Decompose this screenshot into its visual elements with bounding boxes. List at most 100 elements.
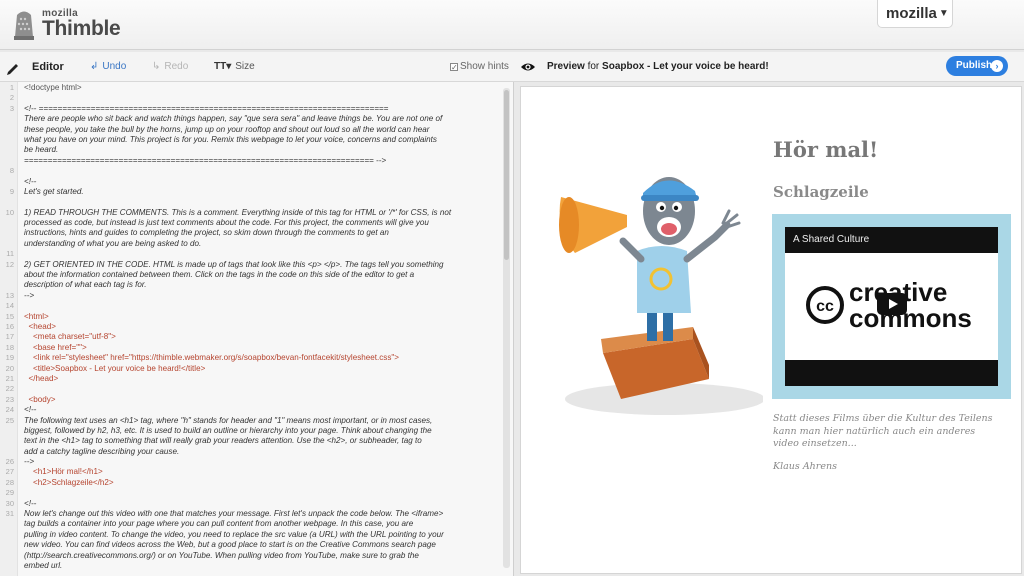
code-line[interactable]: 15 <html>: [0, 312, 502, 322]
video-title[interactable]: A Shared Culture: [785, 227, 998, 253]
line-number: 28: [5, 477, 14, 487]
editor-scrollbar-thumb[interactable]: [504, 90, 509, 260]
size-label: Size: [235, 61, 255, 72]
code-line[interactable]: 30 <!--: [0, 499, 502, 509]
code-text: ========================================…: [24, 155, 387, 165]
redo-button[interactable]: ↳ Redo: [152, 52, 188, 82]
code-text: text in the <h1> tag to something that w…: [24, 436, 422, 446]
show-hints-toggle[interactable]: ✓ Show hints: [450, 52, 509, 82]
code-line[interactable]: 3 <!-- ==================================…: [0, 104, 502, 114]
code-line[interactable]: 29: [0, 488, 502, 498]
soapbox-illustration: [559, 177, 763, 415]
code-line[interactable]: 21 </head>: [0, 374, 502, 384]
editor-toolbar: Editor ↲ Undo ↳ Redo TT▾ Size ✓ Show hints: [0, 52, 514, 82]
show-hints-label: Show hints: [460, 61, 509, 72]
code-line[interactable]: 22: [0, 384, 502, 394]
code-line[interactable]: what you have on your mind. This project…: [0, 135, 502, 145]
code-line[interactable]: instructions, hints and guides to comple…: [0, 228, 502, 238]
code-text: <body>: [24, 394, 56, 404]
code-line[interactable]: new video. You can find videos across th…: [0, 540, 502, 550]
code-line[interactable]: about the information contained between …: [0, 270, 502, 280]
code-line[interactable]: 24 <!--: [0, 405, 502, 415]
code-line[interactable]: add a catchy tagline describing your cau…: [0, 447, 502, 457]
code-text: add a catchy tagline describing your cau…: [24, 446, 180, 456]
code-line[interactable]: 9 Let's get started.: [0, 187, 502, 197]
code-line[interactable]: 10 1) READ THROUGH THE COMMENTS. This is …: [0, 208, 502, 218]
code-line[interactable]: 31 Now let's change out this video with o…: [0, 509, 502, 519]
line-number: 9: [9, 186, 14, 196]
code-text: <h2>Schlagzeile</h2>: [24, 477, 114, 487]
code-line[interactable]: (http://search.creativecommons.org/) or …: [0, 551, 502, 561]
code-text: what you have on your mind. This project…: [24, 134, 437, 144]
code-line[interactable]: [0, 197, 502, 207]
line-number: 12: [5, 259, 14, 269]
code-text: <base href="">: [24, 342, 87, 352]
preview-for-label: for: [587, 61, 600, 72]
redo-label: Redo: [164, 61, 189, 72]
video-caption: Statt dieses Films über die Kultur des T…: [773, 413, 993, 449]
video-control-bar[interactable]: [785, 360, 998, 386]
publish-button[interactable]: Publish ›: [946, 56, 1008, 76]
code-text: <!--: [24, 405, 37, 415]
code-line[interactable]: ========================================…: [0, 156, 502, 166]
play-icon[interactable]: [877, 293, 907, 315]
line-number: 23: [5, 394, 14, 404]
code-line[interactable]: description of what each tag is for.: [0, 280, 502, 290]
code-line[interactable]: 14: [0, 301, 502, 311]
code-line[interactable]: embed url.: [0, 561, 502, 571]
code-line[interactable]: tag builds a container into your page wh…: [0, 519, 502, 529]
code-line[interactable]: 17 <meta charset="utf-8">: [0, 332, 502, 342]
code-text: be heard.: [24, 145, 59, 155]
code-text: tag builds a container into your page wh…: [24, 519, 414, 529]
code-line[interactable]: 12 2) GET ORIENTED IN THE CODE. HTML is m…: [0, 260, 502, 270]
code-line[interactable]: 1 <!doctype html>: [0, 83, 502, 93]
line-number: 8: [9, 166, 14, 176]
code-line[interactable]: 2: [0, 93, 502, 103]
code-line[interactable]: processed as code, but instead is just t…: [0, 218, 502, 228]
undo-button[interactable]: ↲ Undo: [90, 52, 126, 82]
code-line[interactable]: 18 <base href="">: [0, 343, 502, 353]
code-line[interactable]: 27 <h1>Hör mal!</h1>: [0, 467, 502, 477]
code-line[interactable]: 16 <head>: [0, 322, 502, 332]
code-line[interactable]: pulling in video content. To change the …: [0, 530, 502, 540]
code-line[interactable]: 26 -->: [0, 457, 502, 467]
chevron-down-icon: ▼: [938, 8, 949, 19]
code-line[interactable]: 19 <link rel="stylesheet" href="https://…: [0, 353, 502, 363]
brand-thimble-label[interactable]: Thimble: [42, 17, 121, 41]
code-line[interactable]: 25 The following text uses an <h1> tag, w…: [0, 416, 502, 426]
code-text: -->: [24, 457, 35, 467]
code-editor[interactable]: 1 <!doctype html> 2 3 <!-- =================…: [0, 82, 514, 576]
code-text: <html>: [24, 311, 49, 321]
code-line[interactable]: biggest, followed by h2, h3, etc. It is …: [0, 426, 502, 436]
thimble-logo-icon[interactable]: [10, 7, 38, 41]
line-number: 18: [5, 342, 14, 352]
mozilla-menu-button[interactable]: mozilla ▼: [877, 0, 953, 28]
code-line[interactable]: text in the <h1> tag to something that w…: [0, 436, 502, 446]
text-size-button[interactable]: TT▾ Size: [214, 52, 255, 82]
code-line[interactable]: 20 <title>Soapbox - Let your voice be he…: [0, 364, 502, 374]
code-text: (http://search.creativecommons.org/) or …: [24, 550, 419, 560]
code-line[interactable]: 8: [0, 166, 502, 176]
preview-heading: Hör mal!: [773, 137, 879, 162]
checkbox-icon[interactable]: ✓: [450, 63, 458, 72]
code-line[interactable]: understanding of what you are being aske…: [0, 239, 502, 249]
code-text: about the information contained between …: [24, 270, 415, 280]
code-text: biggest, followed by h2, h3, etc. It is …: [24, 425, 432, 435]
code-line[interactable]: 28 <h2>Schlagzeile</h2>: [0, 478, 502, 488]
code-text: pulling in video content. To change the …: [24, 529, 444, 539]
code-line[interactable]: There are people who sit back and watch …: [0, 114, 502, 124]
code-line[interactable]: be heard.: [0, 145, 502, 155]
code-area[interactable]: 1 <!doctype html> 2 3 <!-- =================…: [0, 83, 502, 571]
code-text: understanding of what you are being aske…: [24, 238, 202, 248]
code-text: 2) GET ORIENTED IN THE CODE. HTML is mad…: [24, 259, 444, 269]
editor-title: Editor: [32, 61, 64, 73]
line-number: 1: [9, 83, 14, 92]
line-number: 11: [6, 249, 14, 259]
video-player[interactable]: A Shared Culture cc creative commons: [785, 227, 998, 386]
code-line[interactable]: 23 <body>: [0, 395, 502, 405]
code-line[interactable]: these people, you take the bull by the h…: [0, 125, 502, 135]
code-line[interactable]: 11: [0, 249, 502, 259]
line-number: 2: [9, 93, 14, 103]
code-line[interactable]: 13 -->: [0, 291, 502, 301]
code-line[interactable]: <!--: [0, 177, 502, 187]
